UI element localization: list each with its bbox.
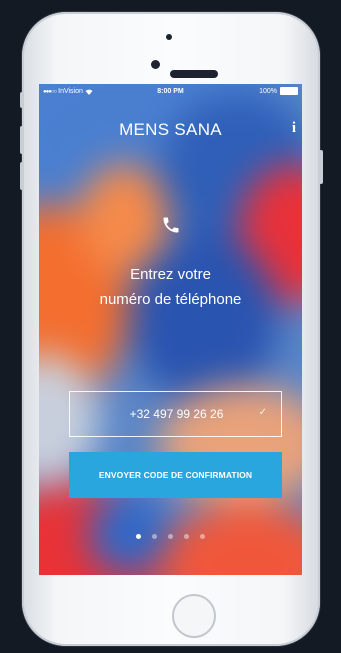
status-right: 100% [259,87,298,95]
battery-percent: 100% [259,87,277,95]
prompt-line-2: numéro de téléphone [99,291,242,308]
page-indicator [39,534,302,539]
page-dot[interactable] [184,534,189,539]
blurred-background [39,84,302,575]
phone-prompt: Entrez votre numéro de téléphone [39,262,302,312]
stage: ●●●○○ InVision 8:00 PM 100% MENS SANA i … [0,0,341,653]
volume-down-button [20,162,24,190]
page-dot[interactable] [168,534,173,539]
battery-icon [280,87,298,95]
phone-number-value[interactable]: +32 497 99 26 26 [70,407,283,421]
check-icon: ✓ [258,407,267,418]
screen: ●●●○○ InVision 8:00 PM 100% MENS SANA i … [39,84,302,575]
phone-number-field[interactable]: +32 497 99 26 26 ✓ [69,391,282,437]
info-icon[interactable]: i [292,120,296,137]
page-dot[interactable] [200,534,205,539]
send-confirmation-code-button[interactable]: ENVOYER CODE DE CONFIRMATION [69,452,282,498]
page-dot[interactable] [152,534,157,539]
mute-switch [20,92,24,108]
home-button[interactable] [172,594,216,638]
status-bar: ●●●○○ InVision 8:00 PM 100% [39,84,302,100]
earpiece [170,70,218,78]
volume-up-button [20,126,24,154]
prompt-line-1: Entrez votre [130,266,211,283]
page-dot[interactable] [136,534,141,539]
proximity-sensor [166,34,172,40]
app-title: MENS SANA [119,120,222,139]
phone-icon [163,217,179,233]
front-camera [151,60,160,69]
power-button [319,150,323,184]
